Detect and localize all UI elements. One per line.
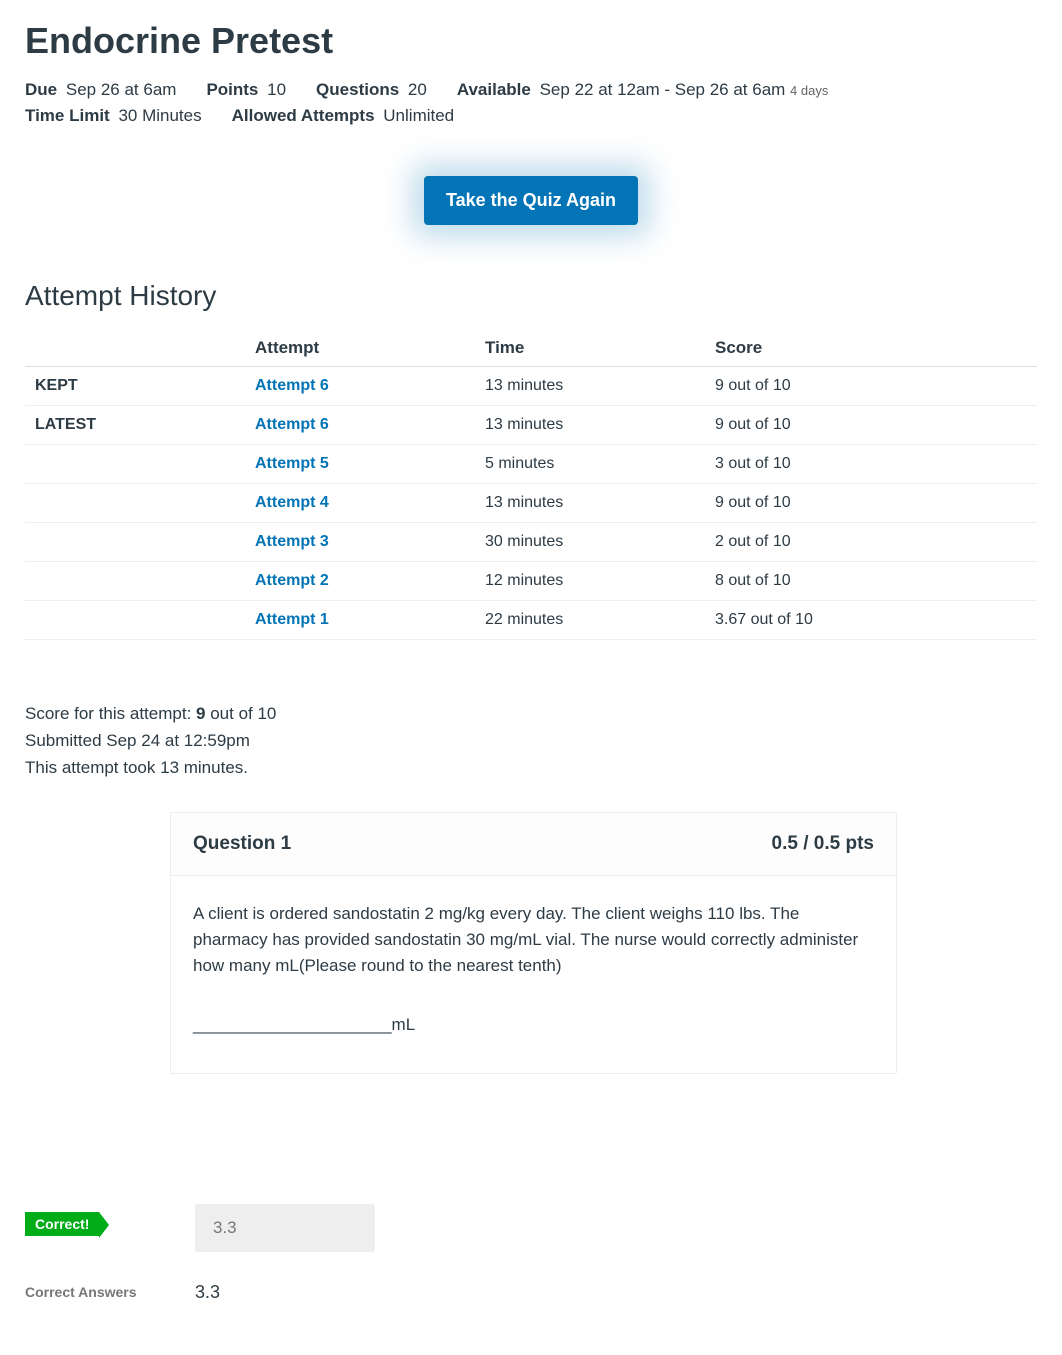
meta-row-1: Due Sep 26 at 6am Points 10 Questions 20…: [25, 80, 1037, 100]
meta-available: Available Sep 22 at 12am - Sep 26 at 6am…: [457, 80, 829, 100]
correct-answers-label: Correct Answers: [25, 1284, 195, 1300]
attempt-link[interactable]: Attempt 5: [255, 455, 329, 472]
time-cell: 30 minutes: [475, 523, 705, 562]
meta-row-2: Time Limit 30 Minutes Allowed Attempts U…: [25, 106, 1037, 126]
meta-points-value: 10: [267, 80, 286, 99]
score-cell: 3 out of 10: [705, 445, 1037, 484]
table-header-row: Attempt Time Score: [25, 330, 1037, 367]
question-header: Question 1 0.5 / 0.5 pts: [171, 813, 896, 876]
score-summary: Score for this attempt: 9 out of 10 Subm…: [25, 700, 1037, 782]
header-attempt: Attempt: [245, 330, 475, 367]
status-cell: [25, 562, 245, 601]
status-cell: LATEST: [25, 406, 245, 445]
meta-due: Due Sep 26 at 6am: [25, 80, 176, 100]
table-row: Attempt 5 5 minutes 3 out of 10: [25, 445, 1037, 484]
meta-available-duration: 4 days: [790, 83, 828, 98]
meta-points: Points 10: [206, 80, 286, 100]
user-answer-box: 3.3: [195, 1204, 375, 1252]
take-quiz-button[interactable]: Take the Quiz Again: [424, 176, 638, 225]
question-block: Question 1 0.5 / 0.5 pts A client is ord…: [170, 812, 897, 1074]
table-row: Attempt 2 12 minutes 8 out of 10: [25, 562, 1037, 601]
time-cell: 13 minutes: [475, 367, 705, 406]
time-cell: 22 minutes: [475, 601, 705, 640]
meta-allowed-attempts-value: Unlimited: [383, 106, 454, 125]
time-cell: 13 minutes: [475, 484, 705, 523]
attempt-link[interactable]: Attempt 4: [255, 494, 329, 511]
meta-questions: Questions 20: [316, 80, 427, 100]
duration-line: This attempt took 13 minutes.: [25, 754, 1037, 781]
header-status: [25, 330, 245, 367]
question-label: Question 1: [193, 833, 291, 855]
meta-time-limit-label: Time Limit: [25, 106, 110, 125]
table-row: Attempt 1 22 minutes 3.67 out of 10: [25, 601, 1037, 640]
table-row: Attempt 4 13 minutes 9 out of 10: [25, 484, 1037, 523]
score-cell: 9 out of 10: [705, 367, 1037, 406]
score-cell: 2 out of 10: [705, 523, 1037, 562]
status-cell: [25, 445, 245, 484]
meta-questions-label: Questions: [316, 80, 399, 99]
question-text: A client is ordered sandostatin 2 mg/kg …: [193, 901, 874, 980]
question-blank: _____________________mL: [193, 1012, 874, 1038]
score-cell: 9 out of 10: [705, 484, 1037, 523]
meta-due-label: Due: [25, 80, 57, 99]
attempt-link[interactable]: Attempt 2: [255, 572, 329, 589]
question-body: A client is ordered sandostatin 2 mg/kg …: [171, 876, 896, 1073]
correct-answers-row: Correct Answers 3.3: [25, 1282, 1037, 1303]
header-time: Time: [475, 330, 705, 367]
time-cell: 12 minutes: [475, 562, 705, 601]
attempt-link[interactable]: Attempt 6: [255, 416, 329, 433]
time-cell: 13 minutes: [475, 406, 705, 445]
score-cell: 3.67 out of 10: [705, 601, 1037, 640]
submitted-line: Submitted Sep 24 at 12:59pm: [25, 727, 1037, 754]
score-cell: 9 out of 10: [705, 406, 1037, 445]
status-cell: [25, 523, 245, 562]
status-cell: [25, 484, 245, 523]
meta-time-limit: Time Limit 30 Minutes: [25, 106, 202, 126]
meta-available-value: Sep 22 at 12am - Sep 26 at 6am: [540, 80, 786, 99]
time-cell: 5 minutes: [475, 445, 705, 484]
table-row: Attempt 3 30 minutes 2 out of 10: [25, 523, 1037, 562]
page-title: Endocrine Pretest: [25, 20, 1037, 62]
score-cell: 8 out of 10: [705, 562, 1037, 601]
meta-allowed-attempts-label: Allowed Attempts: [232, 106, 375, 125]
meta-points-label: Points: [206, 80, 258, 99]
status-cell: KEPT: [25, 367, 245, 406]
meta-time-limit-value: 30 Minutes: [118, 106, 201, 125]
score-suffix: out of 10: [205, 704, 276, 723]
attempt-link[interactable]: Attempt 3: [255, 533, 329, 550]
meta-allowed-attempts: Allowed Attempts Unlimited: [232, 106, 455, 126]
correct-badge: Correct!: [25, 1212, 99, 1236]
attempt-history-table: Attempt Time Score KEPT Attempt 6 13 min…: [25, 330, 1037, 640]
meta-questions-value: 20: [408, 80, 427, 99]
question-points: 0.5 / 0.5 pts: [772, 833, 874, 855]
header-score: Score: [705, 330, 1037, 367]
attempt-link[interactable]: Attempt 6: [255, 377, 329, 394]
score-prefix: Score for this attempt:: [25, 704, 196, 723]
attempt-link[interactable]: Attempt 1: [255, 611, 329, 628]
table-row: LATEST Attempt 6 13 minutes 9 out of 10: [25, 406, 1037, 445]
meta-due-value: Sep 26 at 6am: [66, 80, 177, 99]
attempt-history-heading: Attempt History: [25, 280, 1037, 312]
table-row: KEPT Attempt 6 13 minutes 9 out of 10: [25, 367, 1037, 406]
answer-section: Correct! 3.3 Correct Answers 3.3: [25, 1204, 1037, 1303]
meta-available-label: Available: [457, 80, 531, 99]
correct-answers-value: 3.3: [195, 1282, 220, 1303]
status-cell: [25, 601, 245, 640]
